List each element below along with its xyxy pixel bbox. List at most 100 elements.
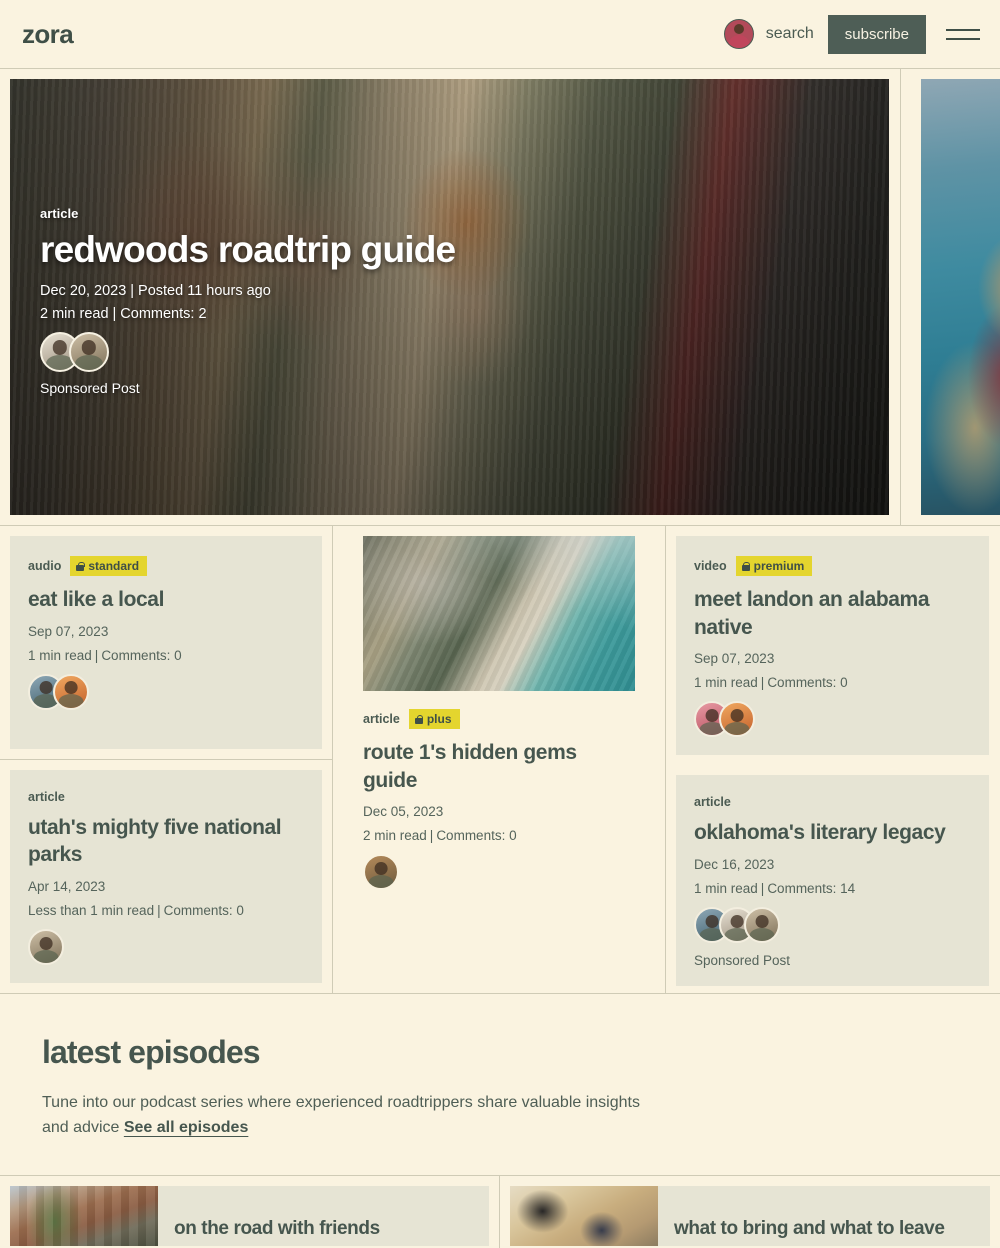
card-avatar-stack[interactable] <box>28 929 304 965</box>
card-meta: 1 min read | Comments: 14 <box>694 881 971 896</box>
card-access-badge: premium <box>735 556 813 576</box>
card-comments: Comments: 0 <box>101 647 182 663</box>
grid-column-middle: article plus route 1's hidden gems guide… <box>333 526 666 993</box>
hero-date: Dec 20, 2023 <box>40 283 127 299</box>
card-meta-separator: | <box>760 675 765 691</box>
card-thumbnail-coastline <box>363 536 635 691</box>
hero-meta-separator-2: | <box>112 306 117 322</box>
card-type-tag: video <box>694 559 727 573</box>
card-route-1[interactable]: article plus route 1's hidden gems guide… <box>343 536 655 983</box>
card-access-badge: standard <box>70 556 148 576</box>
card-utah-parks[interactable]: article utah's mighty five national park… <box>10 769 322 983</box>
card-title[interactable]: route 1's hidden gems guide <box>363 739 635 794</box>
card-access-badge: plus <box>408 709 460 729</box>
card-title[interactable]: meet landon an alabama native <box>694 586 971 641</box>
avatar <box>53 673 89 710</box>
menu-bar-2 <box>946 37 980 40</box>
card-title[interactable]: oklahoma's literary legacy <box>694 819 971 847</box>
hero-overlay: article redwoods roadtrip guide Dec 20, … <box>10 79 889 515</box>
card-read-time: Less than 1 min read <box>28 903 155 918</box>
card-date: Dec 16, 2023 <box>694 857 775 873</box>
card-meta: 1 min read | Comments: 0 <box>28 648 304 663</box>
avatar <box>69 332 109 372</box>
search-link[interactable]: search <box>766 25 814 43</box>
episode-card-what-to-bring[interactable]: what to bring and what to leave <box>510 1185 990 1246</box>
card-comments: Comments: 14 <box>767 881 856 897</box>
hero-comments: Comments: 2 <box>120 306 207 322</box>
episode-thumbnail-city <box>10 1185 158 1246</box>
card-avatar-stack[interactable] <box>694 907 971 944</box>
card-type-tag: article <box>363 712 400 726</box>
hero-meta-separator-1: | <box>130 283 135 299</box>
grid-column-left: audio standard eat like a local Sep 07, … <box>0 526 333 993</box>
card-read-time: 2 min read <box>363 828 427 844</box>
card-comments: Comments: 0 <box>163 903 244 918</box>
hero-meta-read: 2 min read | Comments: 2 <box>40 306 857 322</box>
card-comments: Comments: 0 <box>436 828 517 844</box>
card-read-time: 1 min read <box>694 675 758 691</box>
avatar <box>363 854 399 891</box>
card-meta: Less than 1 min read | Comments: 0 <box>28 903 304 918</box>
hero-sponsored-label: Sponsored Post <box>40 380 140 396</box>
site-logo[interactable]: zora <box>22 19 74 50</box>
user-avatar-icon[interactable] <box>723 19 754 49</box>
card-meta: 2 min read | Comments: 0 <box>363 828 635 843</box>
section-description: Tune into our podcast series where exper… <box>42 1091 642 1141</box>
card-tag-row: article <box>694 795 971 809</box>
lock-icon <box>741 561 750 571</box>
card-tag-row: audio standard <box>28 556 304 576</box>
hero-slide-next-preview[interactable] <box>921 79 1000 515</box>
hero-kicker: article <box>40 206 79 221</box>
card-type-tag: article <box>28 789 65 804</box>
hero-avatar-stack[interactable] <box>40 332 857 372</box>
subscribe-button[interactable]: subscribe <box>827 14 926 54</box>
hero-posted: Posted 11 hours ago <box>138 283 271 299</box>
hamburger-menu-icon[interactable] <box>946 28 980 40</box>
episode-card-row: on the road with friends what to bring a… <box>0 1175 1000 1248</box>
card-eat-like-a-local[interactable]: audio standard eat like a local Sep 07, … <box>10 536 322 749</box>
card-title[interactable]: utah's mighty five national parks <box>28 814 304 869</box>
card-tag-row: article <box>28 790 304 804</box>
episode-card-on-the-road[interactable]: on the road with friends <box>10 1185 489 1246</box>
card-meta-separator: | <box>157 903 161 918</box>
episode-title[interactable]: what to bring and what to leave <box>658 1217 961 1242</box>
badge-label: premium <box>753 559 805 573</box>
episode-cell-1: on the road with friends <box>0 1175 500 1248</box>
episode-text-wrap: what to bring and what to leave <box>658 1186 961 1246</box>
see-all-episodes-link[interactable]: See all episodes <box>124 1119 249 1136</box>
card-oklahoma[interactable]: article oklahoma's literary legacy Dec 1… <box>676 775 989 987</box>
section-title: latest episodes <box>42 1034 261 1070</box>
card-type-tag: audio <box>28 559 62 573</box>
badge-label: plus <box>426 712 452 726</box>
card-avatar-stack[interactable] <box>28 673 304 710</box>
avatar <box>744 907 780 944</box>
lock-icon <box>414 714 424 724</box>
episode-cell-2: what to bring and what to leave <box>500 1176 1000 1248</box>
card-meta-separator: | <box>94 647 99 663</box>
avatar <box>719 701 755 738</box>
card-read-time: 1 min read <box>28 647 92 663</box>
card-meet-landon[interactable]: video premium meet landon an alabama nat… <box>676 536 989 756</box>
hero-read-time: 2 min read <box>40 306 109 322</box>
card-meta: 1 min read | Comments: 0 <box>694 675 971 690</box>
latest-episodes-section: latest episodes Tune into our podcast se… <box>0 994 1000 1176</box>
carousel-divider <box>900 69 901 525</box>
card-avatar-stack[interactable] <box>363 854 635 891</box>
episode-title[interactable]: on the road with friends <box>158 1217 396 1242</box>
card-comments: Comments: 0 <box>767 675 848 691</box>
grid-row-divider <box>0 758 332 760</box>
avatar <box>28 929 64 965</box>
card-meta-separator: | <box>760 881 765 897</box>
header-actions: search subscribe <box>723 14 980 54</box>
card-sponsored-label: Sponsored Post <box>694 953 791 969</box>
card-tag-row: video premium <box>694 556 971 576</box>
card-avatar-stack[interactable] <box>694 701 971 738</box>
card-tag-row: article plus <box>363 709 635 729</box>
hero-title[interactable]: redwoods roadtrip guide <box>40 229 857 271</box>
hero-slide-redwoods[interactable]: article redwoods roadtrip guide Dec 20, … <box>10 79 889 515</box>
card-meta-separator: | <box>429 828 434 844</box>
card-date: Dec 05, 2023 <box>363 804 444 820</box>
card-title[interactable]: eat like a local <box>28 586 304 614</box>
card-type-tag: article <box>694 795 731 810</box>
card-date: Sep 07, 2023 <box>28 623 109 639</box>
